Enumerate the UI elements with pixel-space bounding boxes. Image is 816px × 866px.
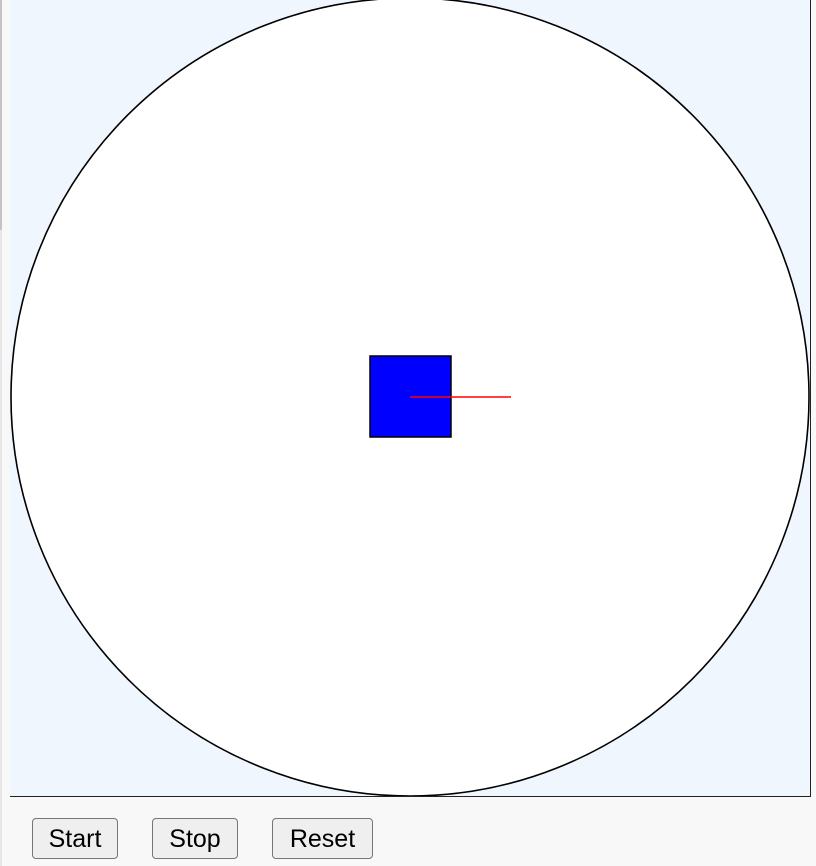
control-bar: Start Stop Reset [10,797,811,866]
simulation-canvas[interactable] [10,0,811,797]
left-edge-strip-shade [0,0,2,230]
reset-button[interactable]: Reset [272,818,373,859]
start-button[interactable]: Start [32,818,118,859]
stop-button[interactable]: Stop [152,818,238,859]
simulation-svg [10,0,810,796]
